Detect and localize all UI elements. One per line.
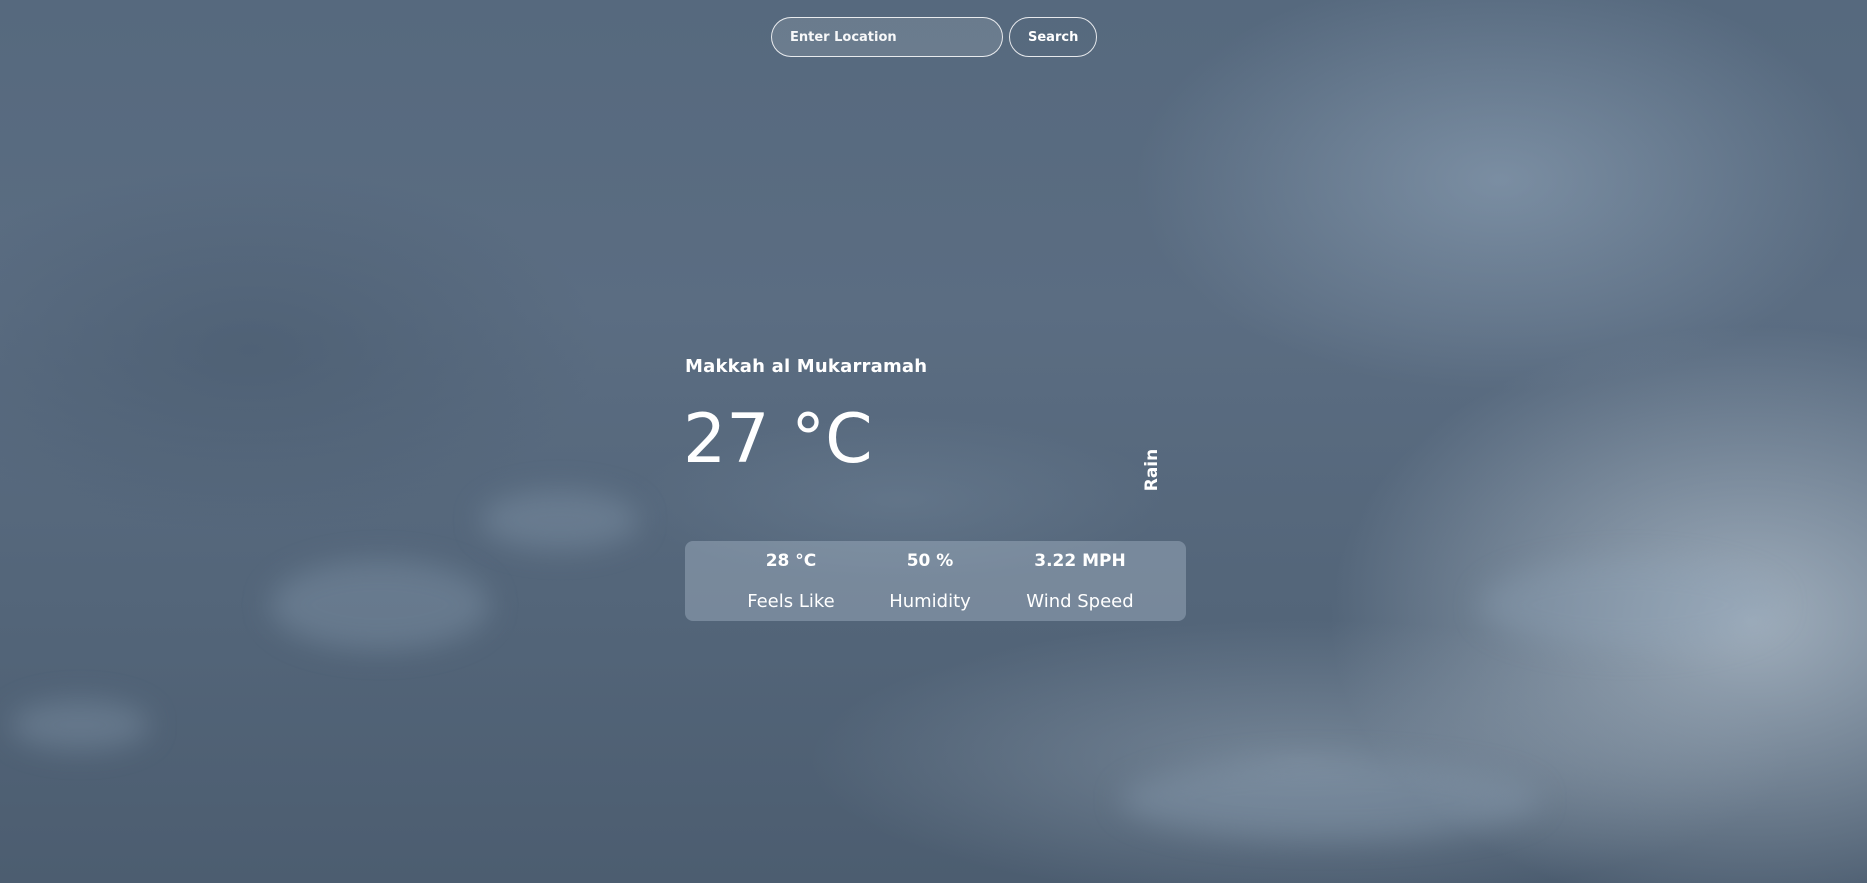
wind-speed-label: Wind Speed: [1026, 591, 1134, 612]
weather-stats-panel: 28 °C Feels Like 50 % Humidity 3.22 MPH …: [685, 541, 1186, 621]
background-blur: [480, 490, 640, 550]
weather-condition: Rain: [1142, 448, 1162, 492]
stat-wind-speed: 3.22 MPH Wind Speed: [1005, 541, 1155, 621]
feels-like-label: Feels Like: [747, 591, 835, 612]
background-blur: [1120, 760, 1540, 840]
current-temperature: 27 °C: [683, 400, 873, 479]
background-blur: [1480, 560, 1780, 650]
weather-app: Search Makkah al Mukarramah 27 °C Rain 2…: [0, 0, 1867, 883]
wind-speed-value: 3.22 MPH: [1034, 551, 1126, 571]
location-name: Makkah al Mukarramah: [685, 356, 928, 377]
humidity-value: 50 %: [906, 551, 954, 571]
background-blur: [270, 560, 490, 650]
feels-like-value: 28 °C: [765, 551, 817, 571]
search-bar: Search: [771, 17, 1098, 57]
search-button[interactable]: Search: [1009, 17, 1098, 57]
search-input[interactable]: [771, 17, 1003, 57]
stat-humidity: 50 % Humidity: [875, 541, 985, 621]
stat-feels-like: 28 °C Feels Like: [741, 541, 841, 621]
background-blur: [10, 700, 150, 750]
humidity-label: Humidity: [889, 591, 971, 612]
